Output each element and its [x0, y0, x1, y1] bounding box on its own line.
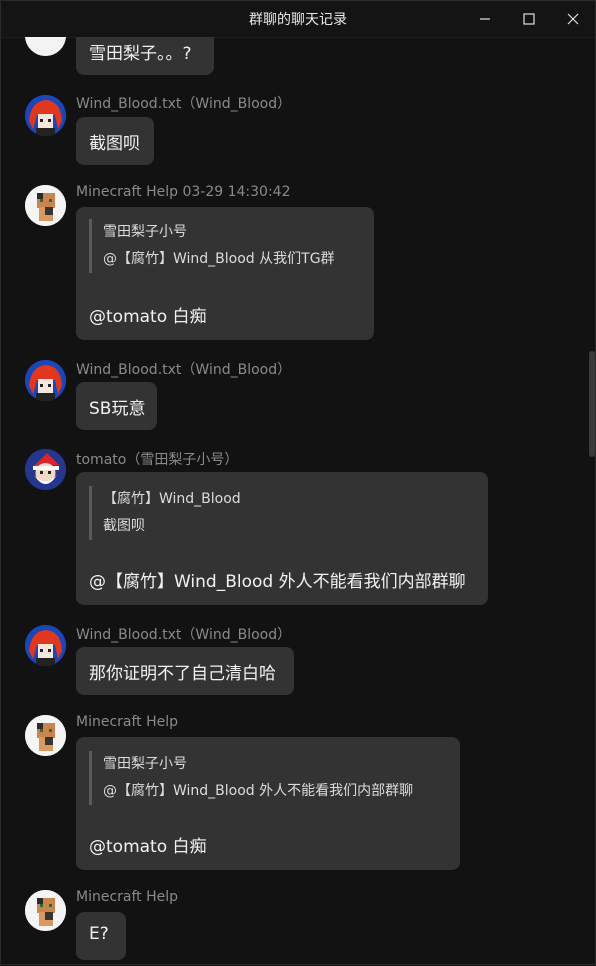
anime-red-hair-avatar-icon — [25, 95, 66, 136]
sender-name: Wind_Blood.txt（Wind_Blood） — [76, 627, 292, 643]
message-bubble[interactable]: 【腐竹】Wind_Blood 截图呗 @【腐竹】Wind_Blood 外人不能看… — [76, 472, 488, 605]
message-text: @tomato 白痴 — [89, 307, 207, 327]
minecraft-cat-avatar-icon — [25, 37, 66, 56]
scrollbar-thumb[interactable] — [589, 351, 595, 457]
avatar[interactable] — [25, 449, 66, 490]
message-text: 截图呗 — [89, 134, 140, 154]
quoted-text: @【腐竹】Wind_Blood 外人不能看我们内部群聊 — [103, 783, 414, 799]
avatar[interactable] — [25, 625, 66, 666]
title-bar[interactable]: 群聊的聊天记录 — [1, 1, 595, 38]
minimize-button[interactable] — [463, 1, 507, 37]
close-button[interactable] — [551, 1, 595, 37]
sender-name: Minecraft Help — [76, 714, 179, 730]
avatar[interactable] — [25, 185, 66, 226]
quoted-author: 雪田梨子小号 — [103, 224, 187, 240]
maximize-button[interactable] — [507, 1, 551, 37]
quoted-text: @【腐竹】Wind_Blood 从我们TG群 — [103, 251, 335, 267]
anime-red-hair-avatar-icon — [25, 625, 66, 666]
window-title: 群聊的聊天记录 — [249, 12, 347, 28]
message-text: @【腐竹】Wind_Blood 外人不能看我们内部群聊 — [89, 572, 466, 592]
sender-name: Minecraft Help — [76, 889, 179, 905]
message-bubble[interactable]: SB玩意 — [76, 382, 157, 430]
sender-name: Minecraft Help 03-29 14:30:42 — [76, 184, 291, 200]
chat-history-window: 群聊的聊天记录 雪田梨子。。? Wind_Blood.txt（Wind_Bloo… — [0, 0, 596, 965]
message-text: @tomato 白痴 — [89, 837, 207, 857]
avatar[interactable] — [25, 37, 66, 56]
anime-red-hair-avatar-icon — [25, 360, 66, 401]
message-bubble[interactable]: 截图呗 — [76, 117, 154, 165]
message-bubble[interactable]: 雪田梨子小号 @【腐竹】Wind_Blood 从我们TG群 @tomato 白痴 — [76, 207, 374, 340]
quoted-author: 雪田梨子小号 — [103, 756, 187, 772]
message-list[interactable]: 雪田梨子。。? Wind_Blood.txt（Wind_Blood） 截图呗 M… — [1, 37, 596, 966]
avatar[interactable] — [25, 715, 66, 756]
message-text: SB玩意 — [89, 399, 146, 419]
message-bubble[interactable]: 雪田梨子。。? — [76, 37, 214, 75]
minecraft-cat-avatar-icon — [25, 185, 66, 226]
avatar[interactable] — [25, 890, 66, 931]
message-text: 那你证明不了自己清白哈 — [89, 664, 276, 684]
maximize-icon — [523, 13, 535, 25]
window-controls — [463, 1, 595, 37]
message-text: E? — [89, 924, 109, 944]
message-bubble[interactable]: 那你证明不了自己清白哈 — [76, 647, 294, 695]
quoted-text: 截图呗 — [103, 518, 145, 534]
quoted-message[interactable]: 【腐竹】Wind_Blood 截图呗 — [89, 486, 241, 540]
sender-name: tomato（雪田梨子小号） — [76, 452, 239, 468]
message-bubble[interactable]: 雪田梨子小号 @【腐竹】Wind_Blood 外人不能看我们内部群聊 @toma… — [76, 737, 460, 870]
avatar[interactable] — [25, 95, 66, 136]
message-bubble[interactable]: E? — [76, 912, 126, 960]
quoted-author: 【腐竹】Wind_Blood — [103, 491, 241, 507]
close-icon — [567, 13, 579, 25]
minimize-icon — [480, 18, 490, 20]
quoted-message[interactable]: 雪田梨子小号 @【腐竹】Wind_Blood 外人不能看我们内部群聊 — [89, 751, 413, 805]
avatar[interactable] — [25, 360, 66, 401]
sender-name: Wind_Blood.txt（Wind_Blood） — [76, 96, 292, 112]
quoted-message[interactable]: 雪田梨子小号 @【腐竹】Wind_Blood 从我们TG群 — [89, 219, 335, 273]
santa-avatar-icon — [25, 449, 66, 490]
sender-name: Wind_Blood.txt（Wind_Blood） — [76, 362, 292, 378]
minecraft-cat-avatar-icon — [25, 890, 66, 931]
minecraft-cat-avatar-icon — [25, 715, 66, 756]
message-text: 雪田梨子。。? — [89, 44, 192, 64]
